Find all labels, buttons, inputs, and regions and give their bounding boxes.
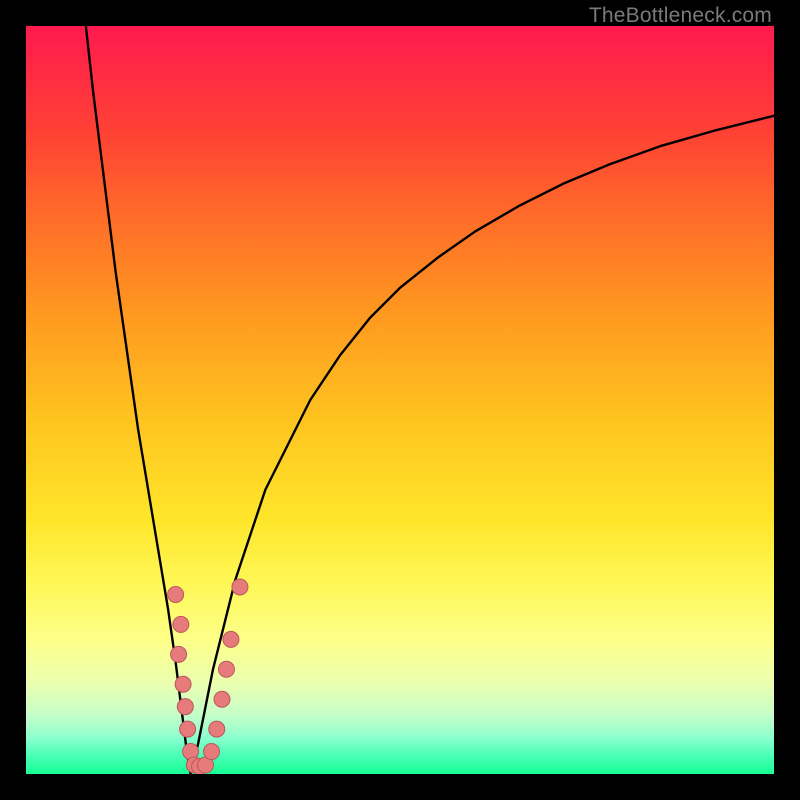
data-point [175,676,191,692]
data-point [223,631,239,647]
chart-frame: TheBottleneck.com [0,0,800,800]
data-point [173,616,189,632]
data-point [204,744,220,760]
data-point [214,691,230,707]
data-point [180,721,196,737]
data-point [232,579,248,595]
data-point [168,586,184,602]
data-point [171,646,187,662]
chart-svg [26,26,774,774]
curve-right-branch [191,116,774,774]
plot-area [26,26,774,774]
data-point [177,699,193,715]
watermark-text: TheBottleneck.com [589,4,772,28]
data-point [218,661,234,677]
data-point [209,721,225,737]
